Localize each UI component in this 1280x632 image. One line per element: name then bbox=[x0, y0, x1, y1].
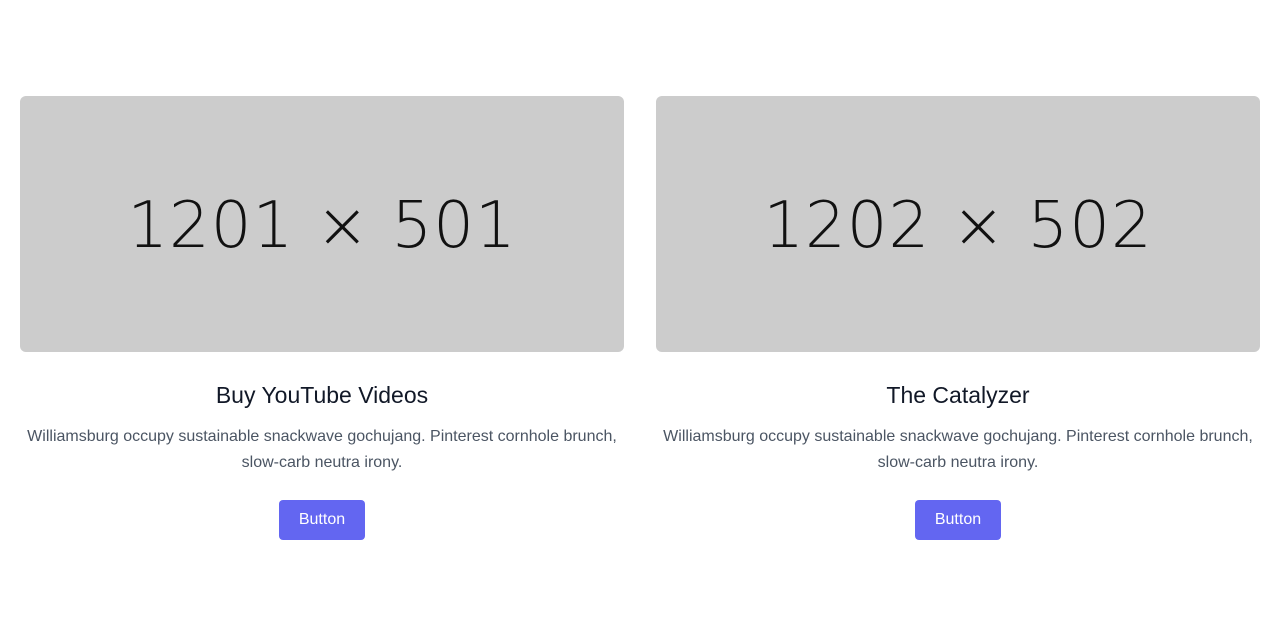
card-title: Buy YouTube Videos bbox=[215, 382, 429, 408]
card-description: Williamsburg occupy sustainable snackwav… bbox=[27, 428, 617, 471]
card-title: The Catalyzer bbox=[886, 382, 1030, 408]
card-description: Williamsburg occupy sustainable snackwav… bbox=[663, 428, 1253, 471]
content-section: 1201 × 501 Buy YouTube Videos Williamsbu… bbox=[0, 0, 1280, 632]
image-size-label: 1201 × 501 bbox=[127, 189, 517, 263]
card-button[interactable]: Button bbox=[914, 500, 1002, 540]
card-grid: 1201 × 501 Buy YouTube Videos Williamsbu… bbox=[20, 96, 1260, 540]
image-size-label: 1202 × 502 bbox=[763, 189, 1153, 263]
card-2: 1202 × 502 The Catalyzer Williamsburg oc… bbox=[656, 96, 1260, 540]
card-1: 1201 × 501 Buy YouTube Videos Williamsbu… bbox=[20, 96, 624, 540]
card-image-placeholder: 1201 × 501 bbox=[20, 96, 624, 352]
card-image-placeholder: 1202 × 502 bbox=[656, 96, 1260, 352]
card-button[interactable]: Button bbox=[278, 500, 366, 540]
